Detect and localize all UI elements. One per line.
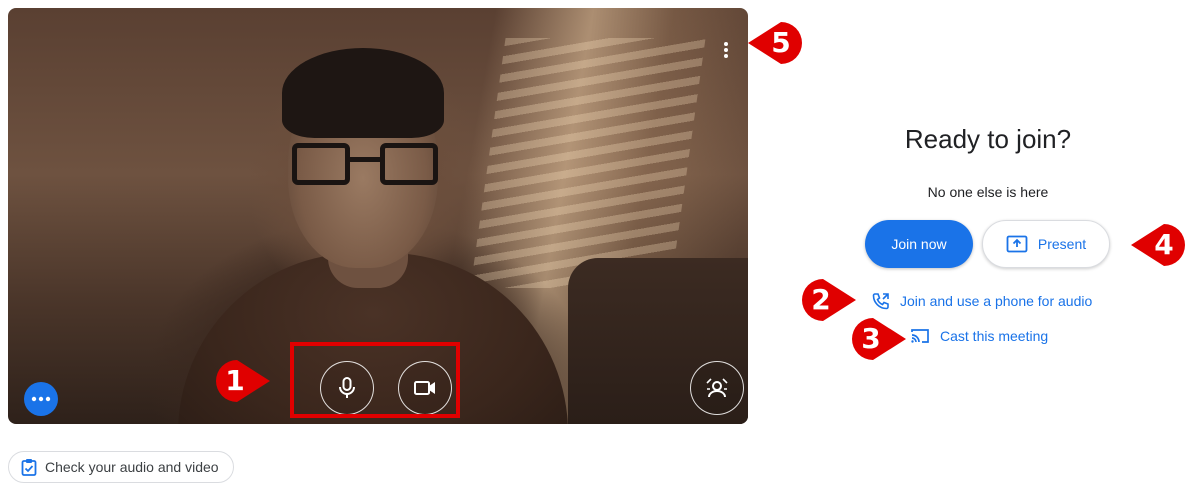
clipboard-check-icon (21, 459, 37, 476)
check-audio-video-button[interactable]: Check your audio and video (8, 451, 234, 483)
visual-effects-button[interactable] (690, 361, 744, 415)
callout-marker-3: 3 (850, 316, 908, 362)
cast-meeting-label: Cast this meeting (940, 328, 1049, 344)
visual-effects-icon (706, 378, 728, 398)
three-dots-icon (31, 396, 51, 402)
more-options-button[interactable] (24, 382, 58, 416)
more-vert-button[interactable] (714, 32, 738, 68)
phone-icon (872, 293, 889, 310)
present-button[interactable]: Present (982, 220, 1110, 268)
window-blinds-light (470, 38, 706, 288)
more-vert-icon (724, 42, 728, 58)
join-with-phone-link[interactable]: Join and use a phone for audio (872, 292, 1092, 310)
cast-icon (911, 329, 929, 343)
join-now-button[interactable]: Join now (865, 220, 973, 268)
callout-marker-5: 5 (746, 20, 804, 66)
person-glasses (292, 143, 438, 193)
page-title: Ready to join? (904, 124, 1072, 154)
present-label: Present (1037, 236, 1087, 252)
media-controls-highlight (290, 342, 460, 418)
join-now-label: Join now (891, 236, 947, 252)
cast-meeting-link[interactable]: Cast this meeting (910, 328, 1048, 344)
callout-marker-4: 4 (1129, 222, 1187, 268)
join-with-phone-label: Join and use a phone for audio (900, 293, 1093, 309)
present-screen-icon (1006, 235, 1028, 253)
participants-status: No one else is here (927, 184, 1049, 200)
check-audio-label: Check your audio and video (45, 459, 219, 475)
callout-marker-1: 1 (214, 358, 272, 404)
person-hair (282, 48, 444, 138)
